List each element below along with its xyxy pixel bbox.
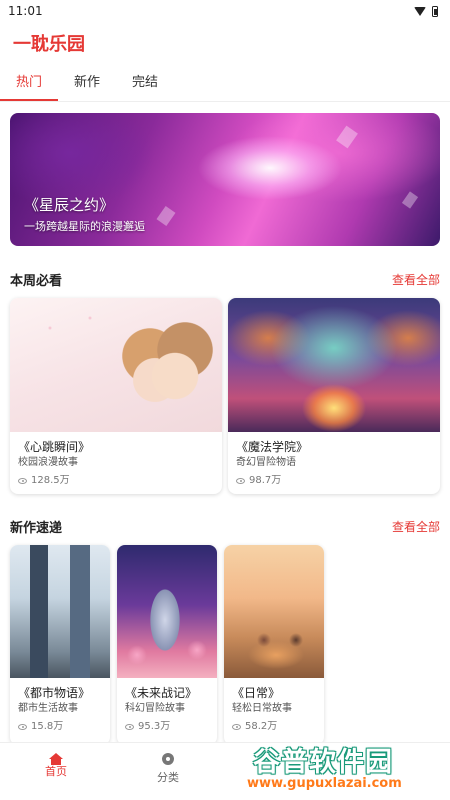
new-section-header: 新作速递 查看全部 <box>10 517 440 536</box>
nav-label: 分类 <box>157 771 179 784</box>
comic-cover <box>228 298 440 432</box>
comic-title: 《都市物语》 <box>18 686 91 700</box>
view-count: 58.2万 <box>232 718 316 736</box>
comic-genre: 科幻冒险故事 <box>125 703 185 714</box>
featured-banner[interactable]: 《星辰之约》 一场跨越星际的浪漫邂逅 <box>10 113 440 246</box>
comic-genre: 都市生活故事 <box>18 703 78 714</box>
comic-cover <box>117 545 217 678</box>
comic-card[interactable]: 《魔法学院》 奇幻冒险物语 98.7万 <box>228 298 440 494</box>
view-count: 15.8万 <box>18 718 102 736</box>
home-icon <box>49 753 63 765</box>
comic-card[interactable]: 《日常》 轻松日常故事 58.2万 <box>224 545 324 745</box>
section-title: 新作速递 <box>10 521 63 536</box>
comic-genre: 轻松日常故事 <box>232 703 292 714</box>
view-count: 128.5万 <box>18 472 214 490</box>
nav-category[interactable]: 分类 <box>112 743 224 800</box>
comic-title: 《心跳瞬间》 <box>18 440 91 454</box>
comic-cover <box>10 298 222 432</box>
tab-new[interactable]: 新作 <box>58 68 116 101</box>
view-count-value: 15.8万 <box>31 721 64 732</box>
tab-hot[interactable]: 热门 <box>0 68 58 101</box>
watermark-name: 谷普软件园 <box>253 747 393 778</box>
banner-title: 《星辰之约》 <box>24 196 115 214</box>
watermark-logo: 谷普软件园 www.gupuxlazai.com <box>245 738 450 800</box>
status-bar: 11:01 <box>0 0 450 22</box>
comic-genre: 校园浪漫故事 <box>18 457 78 468</box>
banner-decoration <box>156 206 176 226</box>
compass-icon <box>162 753 174 765</box>
eye-icon <box>236 478 245 484</box>
banner-decoration <box>401 191 419 209</box>
view-count: 95.3万 <box>125 718 209 736</box>
tab-completed[interactable]: 完结 <box>116 68 174 101</box>
comic-cover <box>224 545 324 678</box>
category-tabs: 热门 新作 完结 <box>0 68 450 102</box>
view-count-value: 98.7万 <box>249 475 282 486</box>
comic-card[interactable]: 《未来战记》 科幻冒险故事 95.3万 <box>117 545 217 745</box>
comic-card[interactable]: 《都市物语》 都市生活故事 15.8万 <box>10 545 110 745</box>
comic-title: 《未来战记》 <box>125 686 198 700</box>
banner-decoration <box>336 125 358 149</box>
app-title: 一耽乐园 <box>13 34 85 55</box>
status-time: 11:01 <box>8 4 43 18</box>
comic-genre: 奇幻冒险物语 <box>236 457 296 468</box>
wifi-icon <box>414 6 426 16</box>
nav-label: 首页 <box>45 765 67 778</box>
view-count-value: 58.2万 <box>245 721 278 732</box>
section-title: 本周必看 <box>10 274 63 289</box>
comic-cover <box>10 545 110 678</box>
new-see-all-link[interactable]: 查看全部 <box>392 518 440 535</box>
banner-text: 《星辰之约》 一场跨越星际的浪漫邂逅 <box>24 194 145 234</box>
comic-title: 《魔法学院》 <box>236 440 309 454</box>
view-count: 98.7万 <box>236 472 432 490</box>
eye-icon <box>232 724 241 730</box>
status-icons <box>414 5 438 17</box>
eye-icon <box>125 724 134 730</box>
view-count-value: 128.5万 <box>31 475 70 486</box>
comic-card[interactable]: 《心跳瞬间》 校园浪漫故事 128.5万 <box>10 298 222 494</box>
eye-icon <box>18 724 27 730</box>
nav-home[interactable]: 首页 <box>0 743 112 800</box>
weekly-see-all-link[interactable]: 查看全部 <box>392 271 440 288</box>
view-count-value: 95.3万 <box>138 721 171 732</box>
weekly-section-header: 本周必看 查看全部 <box>10 270 440 289</box>
banner-subtitle: 一场跨越星际的浪漫邂逅 <box>24 220 145 233</box>
comic-title: 《日常》 <box>232 686 281 700</box>
eye-icon <box>18 478 27 484</box>
watermark-url: www.gupuxlazai.com <box>247 776 402 791</box>
battery-icon <box>432 5 438 17</box>
